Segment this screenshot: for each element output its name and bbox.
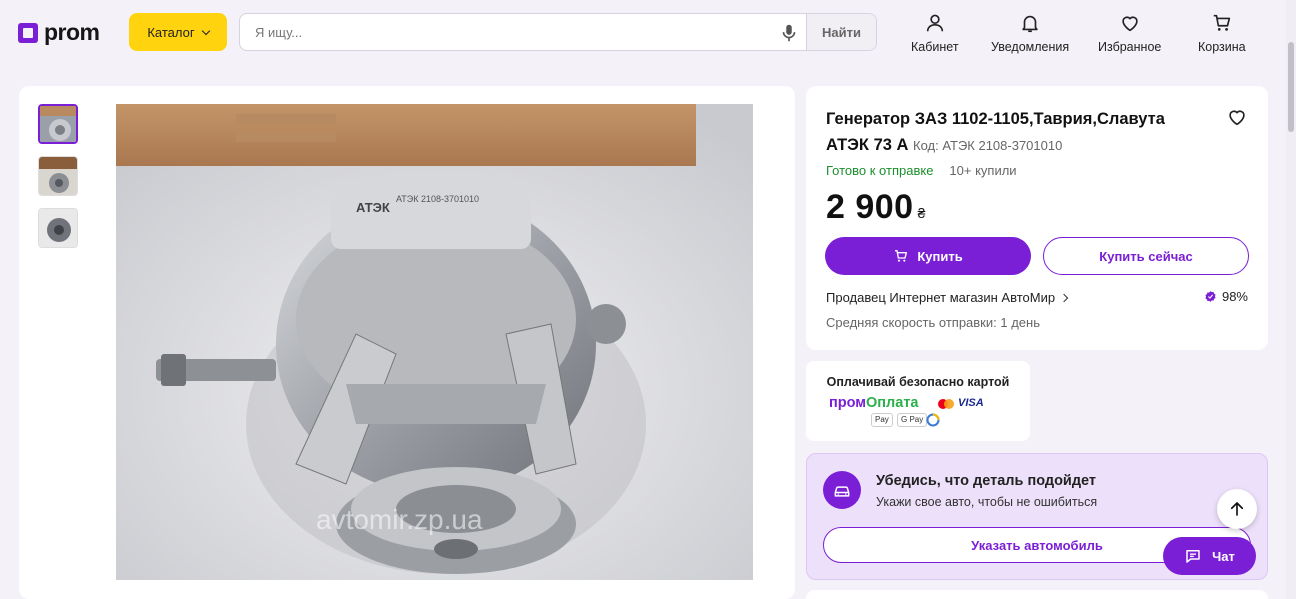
chevron-down-icon <box>201 26 210 35</box>
apple-pay-badge: Pay <box>871 413 893 427</box>
alternator-thumb-image <box>40 106 76 142</box>
nav-notifications[interactable]: Уведомления <box>991 12 1069 54</box>
buy-button[interactable]: Купить <box>825 237 1031 275</box>
nav-favorites-label: Избранное <box>1098 40 1162 54</box>
microphone-icon[interactable] <box>778 22 800 44</box>
ready-status: Готово к отправке <box>826 163 934 178</box>
gallery-thumbnail[interactable] <box>38 208 78 248</box>
wallet-circle-icon <box>926 413 940 427</box>
header: prom Каталог Найти Кабинет Уведомления И… <box>0 0 1296 70</box>
cart-icon <box>1213 14 1230 31</box>
fit-title: Убедись, что деталь подойдет <box>876 473 1097 489</box>
prom-pay-logo: промОплата <box>829 395 919 411</box>
alternator-thumb-image <box>39 209 77 247</box>
chat-label: Чат <box>1212 548 1235 564</box>
main-product-photo[interactable]: АТЭК АТЭК 2108-3701010 avtomir.zp.ua <box>116 104 753 580</box>
seller-rating: 98% <box>1204 289 1248 304</box>
photo-watermark: avtomir.zp.ua <box>316 504 483 535</box>
seller-name: Продавец Интернет магазин АвтоМир <box>826 290 1056 305</box>
nav-cart-label: Корзина <box>1198 40 1246 54</box>
scroll-to-top-button[interactable] <box>1217 489 1257 529</box>
product-card: Генератор ЗАЗ 1102-1105,Таврия,Славута А… <box>806 86 1268 350</box>
search-bar: Найти <box>239 13 877 51</box>
product-gallery: АТЭК АТЭК 2108-3701010 avtomir.zp.ua <box>19 86 795 599</box>
bought-count: 10+ купили <box>949 163 1017 178</box>
price-value: 2 900 <box>826 188 914 226</box>
prom-logo-icon <box>18 22 38 43</box>
cart-icon <box>895 250 908 262</box>
alternator-image: АТЭК АТЭК 2108-3701010 avtomir.zp.ua <box>116 104 753 580</box>
nav-cart[interactable]: Корзина <box>1198 12 1246 54</box>
chevron-right-icon <box>1059 293 1069 302</box>
chat-button[interactable]: Чат <box>1163 537 1256 575</box>
rating-value: 98% <box>1221 289 1248 304</box>
arrow-up-icon <box>1230 502 1244 516</box>
chat-icon <box>1186 550 1200 563</box>
car-icon <box>823 471 861 509</box>
next-section-edge <box>806 590 1268 599</box>
nav-favorites[interactable]: Избранное <box>1098 12 1161 54</box>
prom-pay-part1: пром <box>829 395 867 411</box>
price: 2 900 ₴ <box>826 188 926 227</box>
bell-icon <box>1022 15 1038 33</box>
verified-badge-icon <box>1205 291 1216 302</box>
alternator-thumb-image <box>39 157 77 195</box>
visa-logo: VISA <box>958 397 984 409</box>
catalog-button[interactable]: Каталог <box>129 13 227 51</box>
product-code: Код: АТЭК 2108-3701010 <box>913 138 1063 153</box>
fit-subtitle: Укажи свое авто, чтобы не ошибиться <box>876 495 1098 509</box>
search-input[interactable] <box>240 14 780 50</box>
mastercard-icon <box>938 399 954 409</box>
gallery-thumbnail[interactable] <box>38 104 78 144</box>
product-title: Генератор ЗАЗ 1102-1105,Таврия,Славута А… <box>826 106 1206 159</box>
page-scrollbar[interactable] <box>1286 0 1296 599</box>
search-button[interactable]: Найти <box>806 14 876 50</box>
payment-title: Оплачивай безопасно картой <box>826 375 1010 389</box>
payment-info: Оплачивай безопасно картой промОплата VI… <box>806 361 1030 441</box>
photo-label-brand: АТЭК <box>356 200 390 215</box>
nav-cabinet[interactable]: Кабинет <box>911 12 959 54</box>
seller-link[interactable]: Продавец Интернет магазин АвтоМир <box>826 290 1069 305</box>
user-icon <box>926 14 943 32</box>
scrollbar-thumb[interactable] <box>1288 42 1294 132</box>
availability-row: Готово к отправке 10+ купили <box>826 163 1017 178</box>
buy-now-button[interactable]: Купить сейчас <box>1043 237 1249 275</box>
nav-notifications-label: Уведомления <box>991 40 1070 54</box>
prom-pay-part2: Оплата <box>866 395 919 411</box>
gallery-thumbnail[interactable] <box>38 156 78 196</box>
shipping-speed: Средняя скорость отправки: 1 день <box>826 315 1040 330</box>
prom-logo[interactable]: prom <box>18 19 100 46</box>
photo-label-line: АТЭК 2108-3701010 <box>396 194 479 204</box>
buy-label: Купить <box>917 248 963 264</box>
favorite-heart-icon[interactable] <box>1226 106 1248 128</box>
nav-cabinet-label: Кабинет <box>911 40 959 54</box>
catalog-label: Каталог <box>147 24 195 40</box>
price-currency: ₴ <box>917 205 926 221</box>
logo-text: prom <box>44 19 100 45</box>
heart-icon <box>1121 16 1138 32</box>
google-pay-badge: G Pay <box>897 413 928 427</box>
